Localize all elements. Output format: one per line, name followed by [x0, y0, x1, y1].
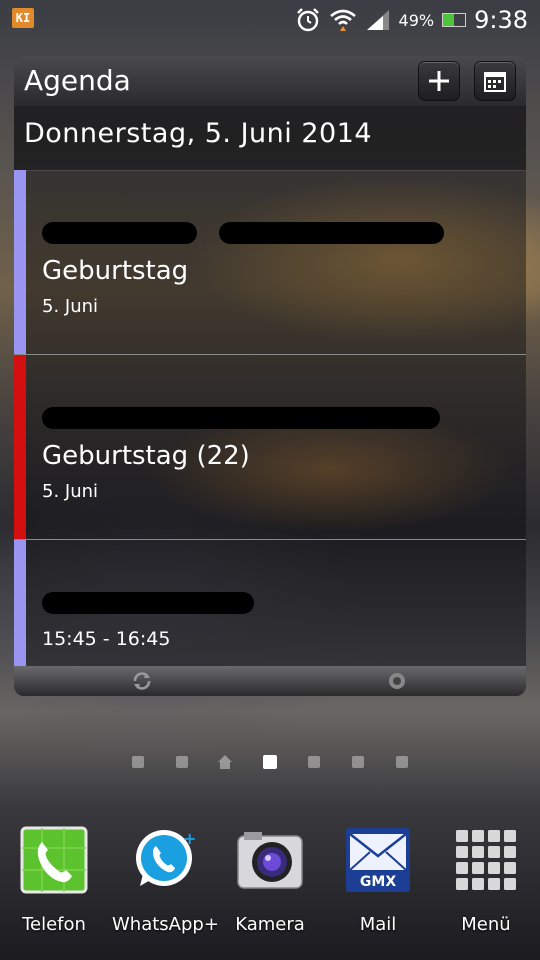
grid-square [456, 846, 468, 858]
page-dot[interactable] [132, 756, 144, 768]
svg-text:+: + [183, 829, 196, 848]
camera-icon [236, 826, 304, 894]
app-dock: Telefon + WhatsApp+ Kamera GMX Mail Menü [0, 826, 540, 960]
home-page-indicator [0, 752, 540, 772]
phone-icon [20, 826, 88, 894]
widget-footer [14, 666, 526, 696]
app-label: WhatsApp+ [112, 914, 219, 935]
grid-square [472, 862, 484, 874]
signal-icon [366, 10, 389, 30]
app-telefon[interactable]: Telefon [4, 826, 104, 935]
event-color-bar [14, 170, 26, 354]
battery-percent: 49% [398, 10, 435, 30]
redaction [219, 222, 444, 244]
svg-text:GMX: GMX [360, 874, 396, 890]
event-date: 5. Juni [42, 296, 99, 317]
event-date: 5. Juni [42, 481, 99, 502]
redaction [42, 592, 254, 614]
calendar-icon [484, 72, 506, 92]
agenda-widget: Agenda Donnerstag, 5. Juni 2014 Geburtst… [14, 56, 526, 696]
page-dot-active[interactable] [263, 755, 277, 769]
alarm-icon [296, 8, 319, 32]
grid-square [504, 878, 516, 890]
page-dot[interactable] [396, 756, 408, 768]
app-whatsapp[interactable]: + WhatsApp+ [112, 826, 219, 935]
app-label: Telefon [22, 914, 86, 935]
app-label: Mail [359, 914, 397, 935]
event-item[interactable]: 15:45 - 16:45 [14, 540, 526, 666]
page-dot[interactable] [308, 756, 320, 768]
open-calendar-button[interactable] [474, 61, 516, 101]
grid-square [488, 862, 500, 874]
page-dot[interactable] [176, 756, 188, 768]
home-icon[interactable] [217, 754, 233, 770]
grid-square [504, 830, 516, 842]
plus-icon [429, 71, 449, 91]
grid-square [472, 830, 484, 842]
app-label: Kamera [235, 914, 305, 935]
grid-square [504, 862, 516, 874]
event-title: Geburtstag (22) [42, 441, 250, 471]
grid-square [456, 878, 468, 890]
status-bar: KI 49% 9:38 [0, 0, 540, 40]
settings-icon[interactable] [386, 670, 408, 692]
grid-square [488, 830, 500, 842]
grid-square [456, 830, 468, 842]
widget-header: Agenda [14, 56, 526, 107]
grid-square [472, 846, 484, 858]
event-color-bar [14, 540, 26, 666]
status-icons: 49% 9:38 [295, 4, 528, 36]
redaction [42, 407, 440, 429]
redaction [42, 222, 197, 244]
event-list: Geburtstag 5. Juni Geburtstag (22) 5. Ju… [14, 170, 526, 666]
add-event-button[interactable] [418, 61, 460, 101]
event-item[interactable]: Geburtstag 5. Juni [14, 170, 526, 355]
event-title: Geburtstag [42, 256, 189, 286]
agenda-date-header: Donnerstag, 5. Juni 2014 [14, 106, 526, 171]
grid-square [504, 846, 516, 858]
grid-square [456, 862, 468, 874]
grid-square [472, 878, 484, 890]
wifi-icon [329, 9, 356, 31]
mail-icon: GMX [344, 826, 412, 894]
widget-title: Agenda [24, 64, 131, 97]
grid-square [488, 878, 500, 890]
kies-notification-icon: KI [12, 8, 34, 28]
whatsapp-icon: + [128, 826, 196, 894]
app-label: Menü [461, 914, 511, 935]
page-dot[interactable] [352, 756, 364, 768]
app-menu[interactable]: Menü [436, 826, 536, 935]
event-item[interactable]: Geburtstag (22) 5. Juni [14, 355, 526, 540]
grid-square [488, 846, 500, 858]
event-time: 15:45 - 16:45 [42, 628, 171, 650]
clock: 9:38 [474, 6, 528, 34]
app-kamera[interactable]: Kamera [220, 826, 320, 935]
battery-icon [442, 13, 467, 27]
agenda-date: Donnerstag, 5. Juni 2014 [24, 118, 373, 149]
event-color-bar [14, 355, 26, 539]
app-mail[interactable]: GMX Mail [328, 826, 428, 935]
apps-grid-icon [452, 826, 520, 894]
refresh-icon[interactable] [131, 670, 153, 692]
